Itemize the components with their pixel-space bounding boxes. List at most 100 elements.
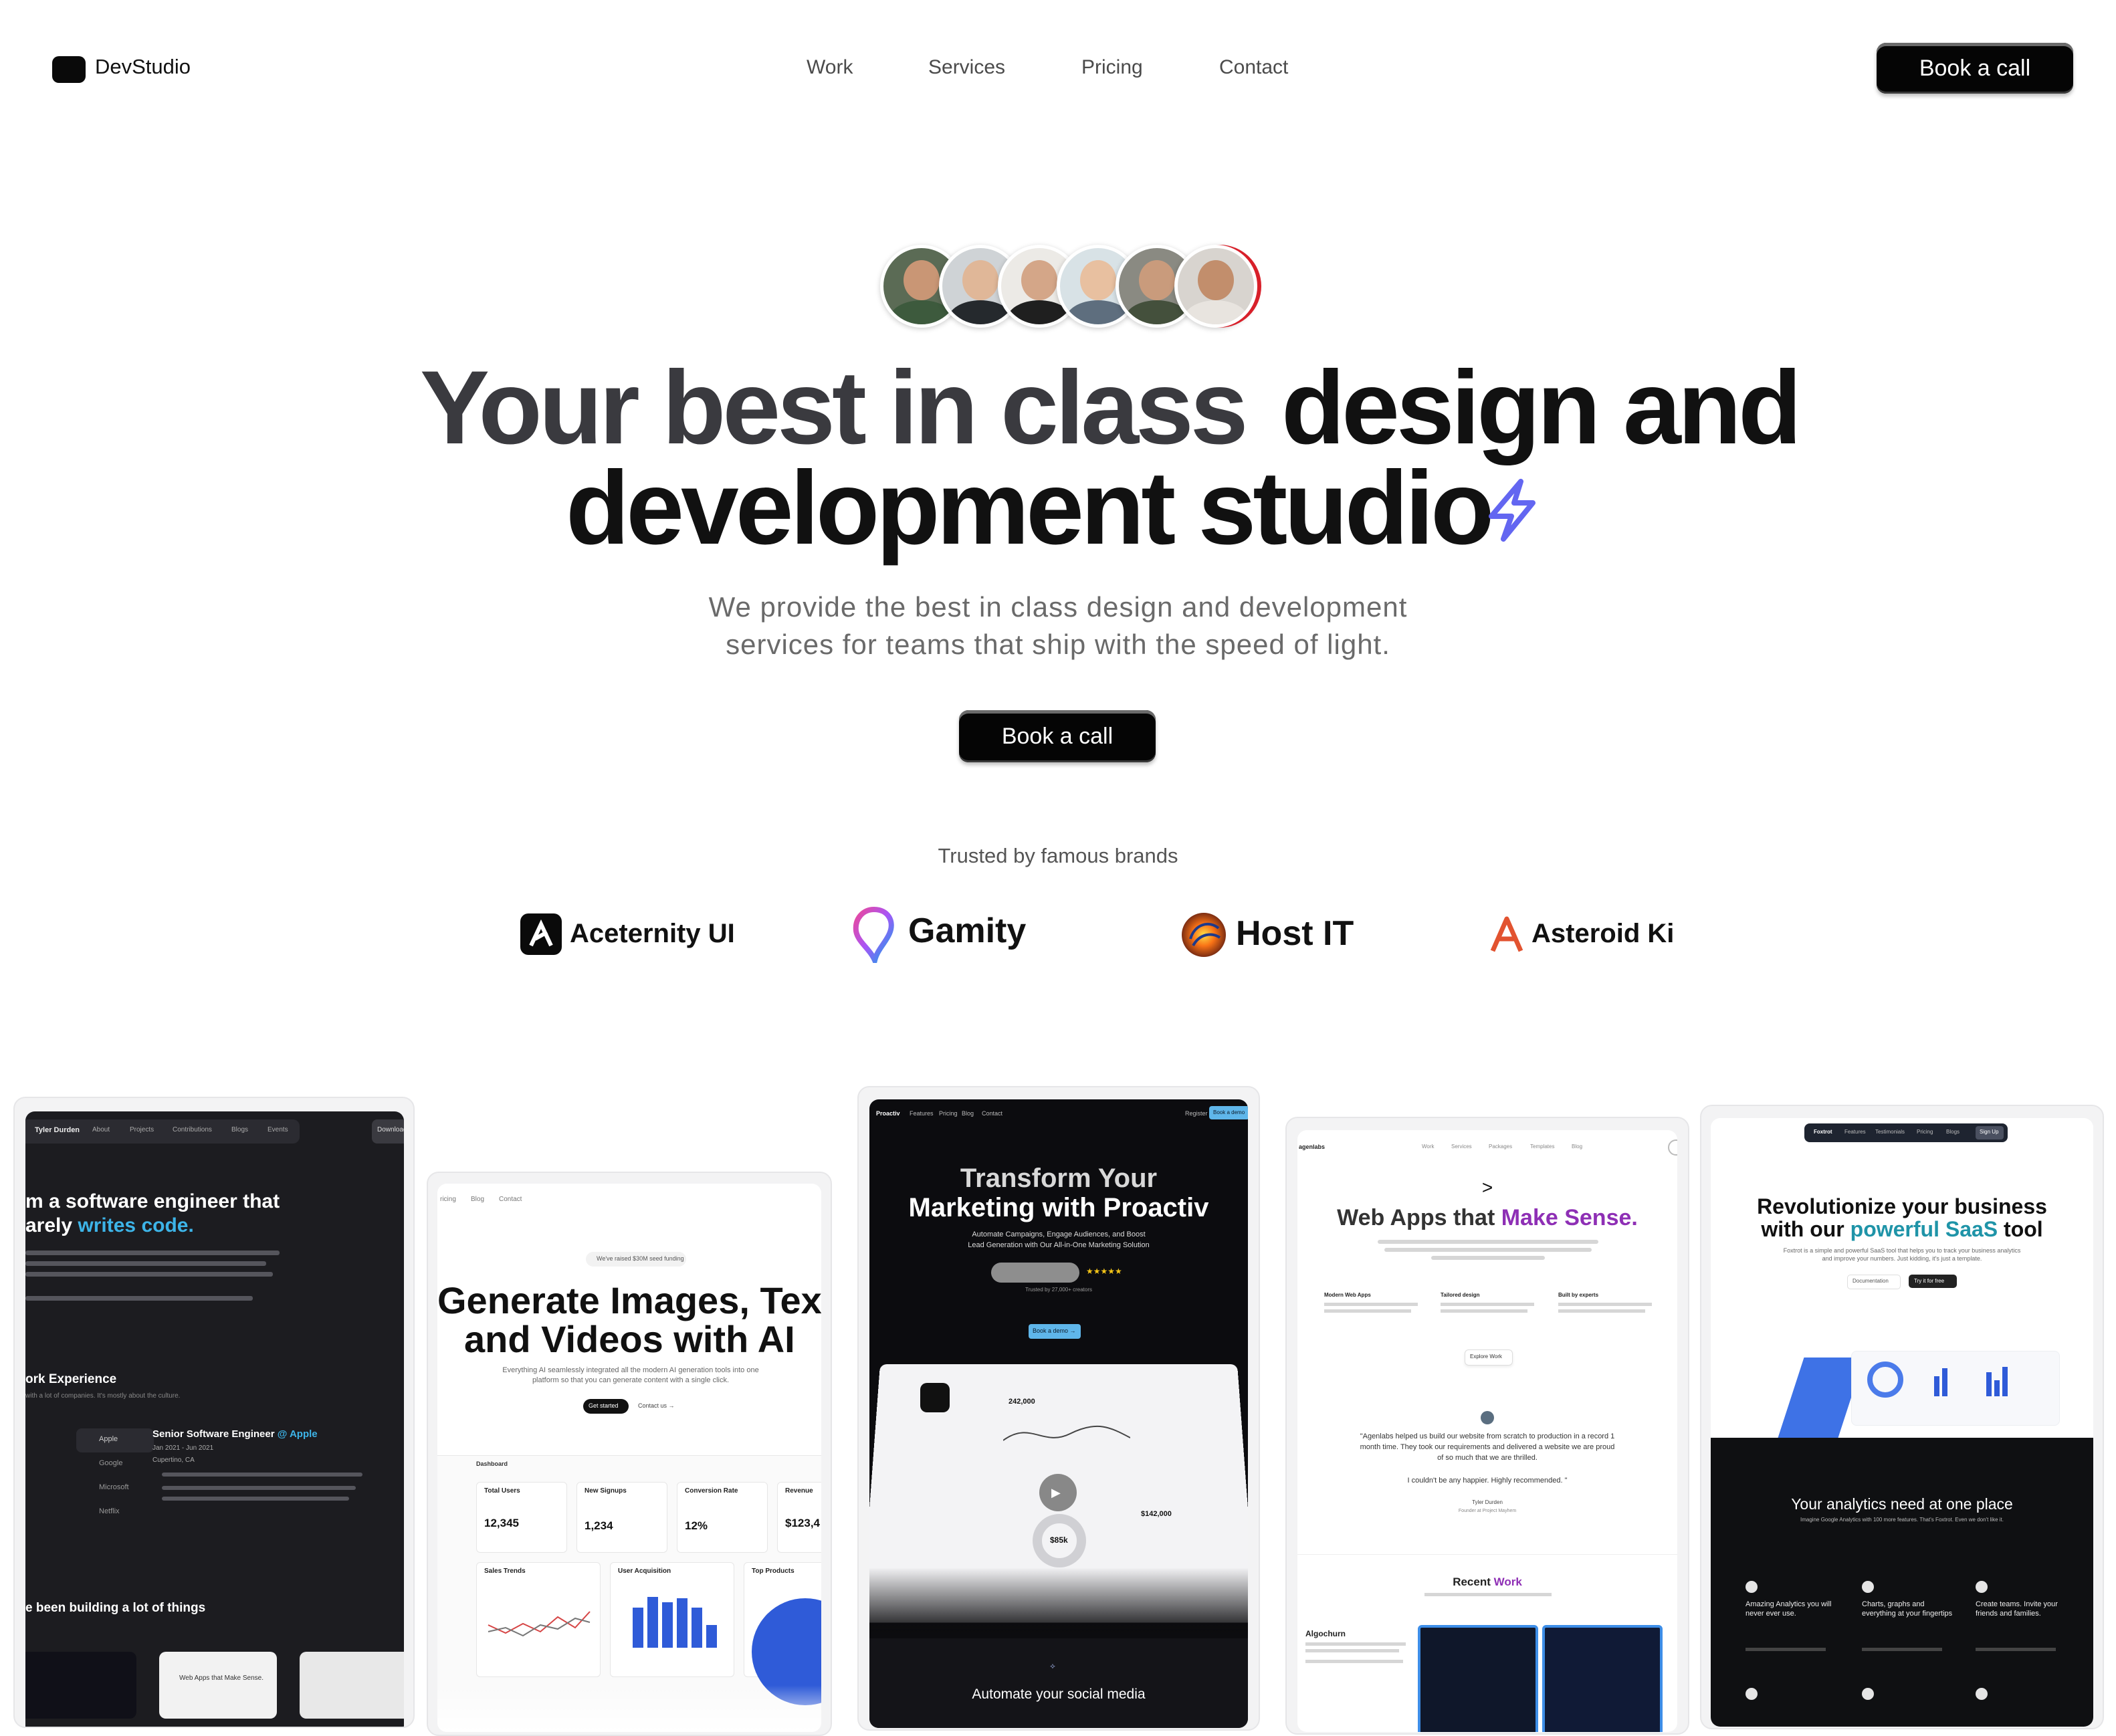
- hero-title-muted: Your best in class: [420, 350, 1249, 466]
- book-call-hero-button[interactable]: Book a call: [959, 710, 1156, 762]
- card-headline: and Videos with AI: [464, 1318, 795, 1360]
- nav-link-pricing[interactable]: Pricing: [1081, 56, 1143, 79]
- metric: $142,000: [1141, 1510, 1172, 1518]
- role-location: Cupertino, CA: [152, 1456, 195, 1464]
- bar: [706, 1625, 717, 1648]
- nav-link-services[interactable]: Services: [928, 56, 1005, 79]
- card-headline: Web Apps that Make Sense.: [1337, 1205, 1638, 1230]
- avatar: [1174, 245, 1257, 328]
- panel-title: Sales Trends: [484, 1567, 526, 1575]
- stat-value: 12%: [685, 1519, 708, 1532]
- metric-line-chart: [1003, 1425, 1130, 1441]
- bar: [662, 1602, 673, 1648]
- nav-item: Events: [268, 1126, 288, 1133]
- signup-button: Sign Up: [1980, 1129, 1999, 1135]
- nav-link-work[interactable]: Work: [807, 56, 853, 79]
- nav-item: Pricing: [1917, 1129, 1933, 1135]
- lightning-bolt-icon: [1489, 479, 1536, 542]
- showcase-card-portfolio[interactable]: Tyler Durden About Projects Contribution…: [13, 1097, 415, 1728]
- nav-item: Proactiv: [876, 1110, 900, 1117]
- quote-line: "Agenlabs helped us build our website fr…: [1360, 1432, 1615, 1440]
- hero-title-line-2: development studio: [566, 450, 1494, 566]
- feature-title: Create teams. Invite your friends and fa…: [1976, 1600, 2058, 1618]
- social-icon: ⟡: [1050, 1661, 1055, 1670]
- section-title: ork Experience: [25, 1372, 117, 1386]
- documentation-button: Documentation: [1853, 1278, 1889, 1284]
- bar: [677, 1598, 687, 1648]
- company-item: Google: [99, 1459, 123, 1467]
- card-logo: agenlabs: [1299, 1144, 1326, 1150]
- play-icon[interactable]: ▶: [1051, 1486, 1061, 1500]
- bar: [1986, 1372, 1992, 1396]
- stat-label: New Signups: [585, 1487, 627, 1495]
- bar: [647, 1597, 658, 1648]
- card-headline: m a software engineer that: [25, 1190, 280, 1212]
- section-subtitle: Imagine Google Analytics with 100 more f…: [1800, 1517, 2004, 1523]
- company-item: Microsoft: [99, 1483, 129, 1491]
- nav-item: Templates: [1530, 1144, 1555, 1150]
- card-headline: with our powerful SaaS tool: [1761, 1217, 2043, 1241]
- logo-mark[interactable]: [52, 56, 86, 83]
- hero-subtitle-line-2: services for teams that ship with the sp…: [726, 629, 1390, 660]
- quote-line: I couldn't be any happier. Highly recomm…: [1407, 1477, 1568, 1485]
- bar: [2002, 1367, 2008, 1396]
- nav-item: Blogs: [231, 1126, 249, 1133]
- nav-item: Contact: [982, 1110, 1003, 1117]
- section-subtitle: with a lot of companies. It's mostly abo…: [25, 1392, 181, 1400]
- stat-value: $123,4: [785, 1517, 820, 1529]
- bar: [692, 1608, 702, 1648]
- feature-title: Amazing Analytics you will never ever us…: [1745, 1600, 1832, 1618]
- nav-link-contact[interactable]: Contact: [1219, 56, 1288, 79]
- role-title: Senior Software Engineer @ Apple: [152, 1428, 318, 1440]
- stat-value: 12,345: [484, 1517, 519, 1529]
- nav-item: Pricing: [939, 1110, 958, 1117]
- metric: $85k: [1050, 1535, 1068, 1545]
- nav-item: Register: [1185, 1110, 1208, 1117]
- brand-name[interactable]: DevStudio: [95, 55, 191, 79]
- hero-title-line-1: Your best in class design and: [420, 356, 1802, 460]
- nav-item: Projects: [130, 1126, 154, 1133]
- nav-item: Features: [1844, 1129, 1866, 1135]
- feature-title: Charts, graphs and everything at your fi…: [1862, 1600, 1953, 1618]
- stat-label: Conversion Rate: [685, 1487, 738, 1495]
- book-demo-nav: Book a demo: [1213, 1109, 1245, 1115]
- hero-subtitle: We provide the best in class design and …: [602, 588, 1514, 663]
- company-item: Apple: [99, 1435, 118, 1443]
- funding-badge: We've raised $30M seed funding: [597, 1255, 684, 1262]
- hero-subtitle-line-1: We provide the best in class design and …: [708, 591, 1408, 623]
- showcase-card-marketing[interactable]: Proactiv Features Pricing Blog Contact R…: [857, 1086, 1260, 1731]
- brand-gamity: Gamity: [908, 911, 1027, 950]
- stat-label: Revenue: [785, 1487, 813, 1495]
- company-item: Netflix: [99, 1507, 120, 1515]
- rating-stars: ★★★★★: [1086, 1267, 1122, 1276]
- hostit-logo-icon: [1182, 913, 1226, 957]
- showcase-card-agency[interactable]: agenlabs Work Services Packages Template…: [1285, 1117, 1689, 1735]
- card-body: Foxtrot is a simple and powerful SaaS to…: [1783, 1247, 2021, 1262]
- nav-item: Foxtrot: [1814, 1129, 1832, 1135]
- nav-item: Testimonials: [1875, 1129, 1905, 1135]
- section-title: e been building a lot of things: [25, 1601, 206, 1615]
- card-headline: Generate Images, Tex: [437, 1279, 821, 1321]
- quote-author-role: Founder at Project Mayhem: [1458, 1509, 1517, 1513]
- bar: [1994, 1380, 2000, 1396]
- book-call-nav-button[interactable]: Book a call: [1877, 43, 2073, 94]
- card-headline: Marketing with Proactiv: [908, 1193, 1209, 1222]
- book-demo-button: Book a demo →: [1033, 1327, 1076, 1334]
- asteroid-logo-icon: [1490, 916, 1523, 952]
- panel-title: User Acquisition: [618, 1567, 671, 1575]
- sales-trend-line: [488, 1611, 591, 1637]
- thumb-label: Web Apps that Make Sense.: [179, 1674, 264, 1682]
- card-headline: Revolutionize your business: [1757, 1194, 2047, 1218]
- section-title: Automate your social media: [972, 1687, 1146, 1702]
- feature-title: Modern Web Apps: [1324, 1292, 1371, 1298]
- contact-link: Contact us →: [638, 1402, 675, 1409]
- card-body: Lead Generation with Our All-in-One Mark…: [968, 1241, 1150, 1249]
- hero-title-strong: design and: [1281, 350, 1802, 466]
- showcase-card-ai[interactable]: ricing Blog Contact We've raised $30M se…: [427, 1172, 832, 1736]
- nav-item: Blog: [1572, 1144, 1583, 1150]
- aceternity-logo-icon: [520, 913, 562, 955]
- showcase-card-saas[interactable]: Foxtrot Features Testimonials Pricing Bl…: [1700, 1105, 2104, 1729]
- feature-title: Built by experts: [1558, 1292, 1599, 1298]
- brand-aceternity: Aceternity UI: [570, 919, 735, 948]
- nav-item: Tyler Durden: [35, 1126, 80, 1134]
